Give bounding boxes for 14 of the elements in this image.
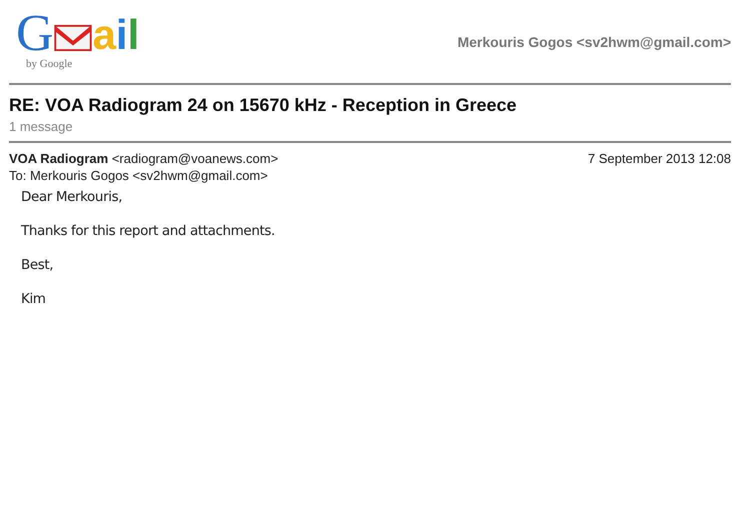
- body-text: Kim: [21, 291, 47, 307]
- message-count: 1 message: [9, 119, 74, 134]
- message-date: 7 September 2013 12:08: [588, 151, 731, 166]
- logo-letters: ail: [92, 12, 140, 58]
- sender: VOA Radiogram <radiogram@voanews.com>: [9, 151, 278, 166]
- account-name: Merkouris Gogos <sv2hwm@gmail.com>: [457, 34, 731, 50]
- logo-byline: by Google: [26, 58, 74, 70]
- body-text: Dear Merkouris,: [21, 189, 124, 205]
- subject-title: RE: VOA Radiogram 24 on 15670 kHz - Reception in Greece: [9, 95, 518, 116]
- body-text: Best,: [21, 257, 54, 273]
- envelope-icon: [54, 24, 92, 52]
- logo-letter: G: [16, 10, 54, 58]
- recipient: To: Merkouris Gogos <sv2hwm@gmail.com>: [9, 168, 269, 183]
- body-text: Thanks for this report and attachments.: [21, 223, 276, 239]
